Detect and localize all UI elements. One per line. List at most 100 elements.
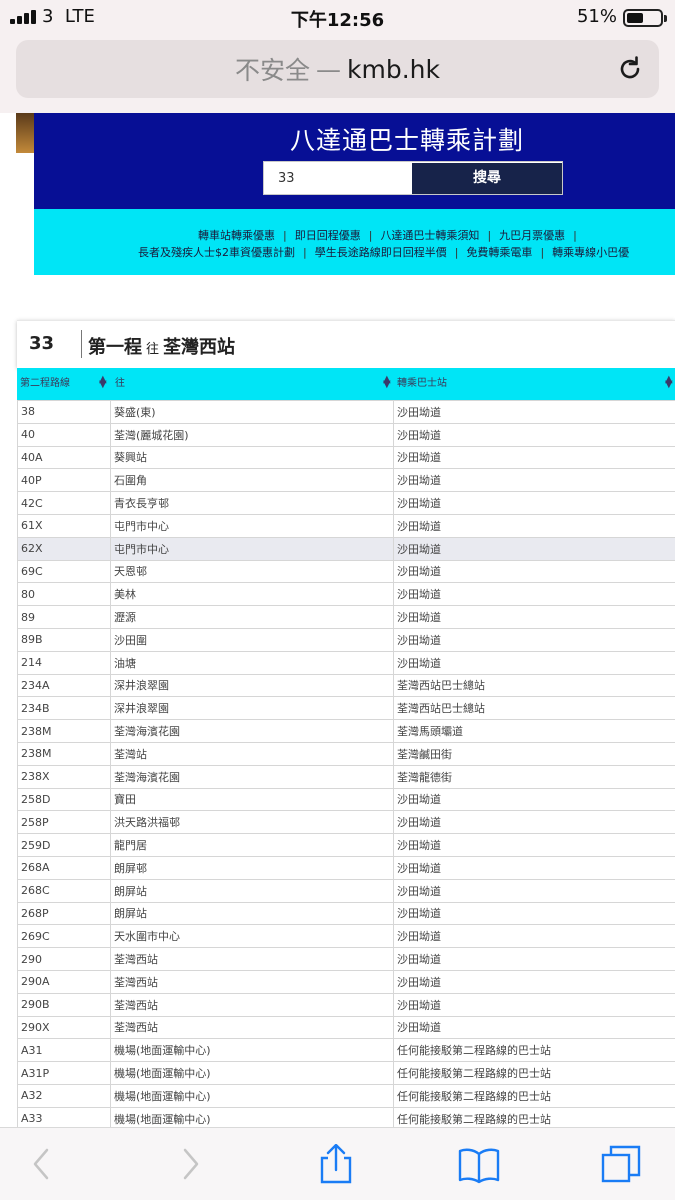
table-row[interactable]: 290 荃灣西站 沙田坳道 bbox=[17, 947, 675, 971]
transfer-stop-cell: 沙田坳道 bbox=[393, 855, 675, 880]
table-row[interactable]: 234B 深井浪翠園 荃灣西站巴士總站 bbox=[17, 696, 675, 720]
address-bar[interactable]: 不安全 — kmb.hk bbox=[16, 40, 659, 98]
table-row[interactable]: 269C 天水圍市中心 沙田坳道 bbox=[17, 924, 675, 948]
route-cell: 234A bbox=[17, 673, 111, 697]
back-icon[interactable] bbox=[20, 1144, 64, 1184]
table-row[interactable]: 238M 荃灣海濱花園 荃灣馬頭壩道 bbox=[17, 719, 675, 743]
route-cell: 258P bbox=[17, 810, 111, 834]
table-row[interactable]: 290X 荃灣西站 沙田坳道 bbox=[17, 1015, 675, 1039]
route-cell: 259D bbox=[17, 833, 111, 857]
table-row[interactable]: 38 葵盛(東) 沙田坳道 bbox=[17, 400, 675, 424]
column-header-to[interactable]: 往 bbox=[115, 374, 125, 389]
forward-icon[interactable] bbox=[168, 1144, 212, 1184]
transfer-stop-cell: 沙田坳道 bbox=[393, 513, 675, 538]
table-row[interactable]: 61X 屯門市中心 沙田坳道 bbox=[17, 513, 675, 538]
share-icon[interactable] bbox=[314, 1144, 358, 1184]
route-cell: 62X bbox=[17, 536, 111, 561]
route-cell: 268P bbox=[17, 901, 111, 925]
table-row[interactable]: 42C 青衣長亨邨 沙田坳道 bbox=[17, 491, 675, 515]
link-minibus-transfer[interactable]: 轉乘專線小巴優 bbox=[552, 246, 629, 259]
table-row[interactable]: 290A 荃灣西站 沙田坳道 bbox=[17, 969, 675, 994]
route-cell: 238X bbox=[17, 764, 111, 789]
destination-cell: 美林 bbox=[110, 582, 394, 606]
table-row[interactable]: 62X 屯門市中心 沙田坳道 bbox=[17, 536, 675, 561]
route-cell: 40A bbox=[17, 445, 111, 469]
transfer-stop-cell: 沙田坳道 bbox=[393, 992, 675, 1017]
table-row[interactable]: 268A 朗屏邨 沙田坳道 bbox=[17, 855, 675, 880]
route-heading-card: 33 第一程往荃灣西站 bbox=[17, 320, 675, 368]
table-row[interactable]: 258D 寶田 沙田坳道 bbox=[17, 787, 675, 811]
table-row[interactable]: 40A 葵興站 沙田坳道 bbox=[17, 445, 675, 469]
link-elderly-fare[interactable]: 長者及殘疾人士$2車資優惠計劃 bbox=[138, 246, 295, 259]
table-row[interactable]: 214 油塘 沙田坳道 bbox=[17, 650, 675, 675]
info-links-bar: 轉車站轉乘優惠 | 即日回程優惠 | 八達通巴士轉乘須知 | 九巴月票優惠 | 長者及殘疾人士… bbox=[34, 209, 675, 275]
transfer-stop-cell: 沙田坳道 bbox=[393, 1015, 675, 1039]
column-header-second-leg[interactable]: 第二程路線 bbox=[20, 374, 70, 389]
bookmarks-icon[interactable] bbox=[457, 1144, 501, 1184]
link-student-return[interactable]: 學生長途路線即日回程半價 bbox=[315, 246, 447, 259]
destination-cell: 荃灣海濱花園 bbox=[110, 719, 394, 743]
route-cell: 234B bbox=[17, 696, 111, 720]
route-cell: 290X bbox=[17, 1015, 111, 1039]
table-row[interactable]: 89B 沙田圍 沙田坳道 bbox=[17, 627, 675, 652]
sort-arrow-icon[interactable]: ▲ ▼ bbox=[665, 374, 673, 396]
transfer-stop-cell: 沙田坳道 bbox=[393, 400, 675, 424]
destination-cell: 天水圍市中心 bbox=[110, 924, 394, 948]
table-row[interactable]: 69C 天恩邨 沙田坳道 bbox=[17, 559, 675, 583]
route-search: 搜尋 bbox=[263, 161, 563, 195]
table-row[interactable]: 290B 荃灣西站 沙田坳道 bbox=[17, 992, 675, 1017]
destination-cell: 機場(地面運輸中心) bbox=[110, 1061, 394, 1085]
table-row[interactable]: 40P 石圍角 沙田坳道 bbox=[17, 468, 675, 492]
table-row[interactable]: A32 機場(地面運輸中心) 任何能接駁第二程路線的巴士站 bbox=[17, 1083, 675, 1108]
leg-heading: 第一程往荃灣西站 bbox=[88, 337, 236, 358]
destination-cell: 屯門市中心 bbox=[110, 513, 394, 538]
table-row[interactable]: 238M 荃灣站 荃灣鹹田街 bbox=[17, 741, 675, 766]
destination-cell: 荃灣站 bbox=[110, 741, 394, 766]
browser-top-chrome: 3 LTE 下午12:56 51% 不安全 — kmb.hk bbox=[0, 0, 675, 113]
destination-cell: 荃灣西站 bbox=[110, 1015, 394, 1039]
destination-cell: 龍門居 bbox=[110, 833, 394, 857]
table-row[interactable]: A31 機場(地面運輸中心) 任何能接駁第二程路線的巴士站 bbox=[17, 1038, 675, 1062]
table-header: 第二程路線 ▲ ▼ 往 ▲ ▼ 轉乘巴士站 ▲ ▼ bbox=[17, 368, 675, 400]
sort-arrow-icon[interactable]: ▲ ▼ bbox=[99, 374, 107, 396]
route-cell: 42C bbox=[17, 491, 111, 515]
table-row[interactable]: 234A 深井浪翠園 荃灣西站巴士總站 bbox=[17, 673, 675, 697]
link-same-day-return[interactable]: 即日回程優惠 bbox=[295, 229, 361, 242]
tabs-icon[interactable] bbox=[600, 1144, 644, 1184]
info-links-row-2: 長者及殘疾人士$2車資優惠計劃 | 學生長途路線即日回程半價 | 免費轉乘電車 | 轉乘專線… bbox=[138, 246, 630, 259]
table-row[interactable]: 89 瀝源 沙田坳道 bbox=[17, 605, 675, 629]
link-tram-transfer[interactable]: 免費轉乘電車 bbox=[466, 246, 532, 259]
link-transfer-notes[interactable]: 八達通巴士轉乘須知 bbox=[380, 229, 479, 242]
destination-cell: 朗屏站 bbox=[110, 901, 394, 925]
table-row[interactable]: 80 美林 沙田坳道 bbox=[17, 582, 675, 606]
table-row[interactable]: A31P 機場(地面運輸中心) 任何能接駁第二程路線的巴士站 bbox=[17, 1061, 675, 1085]
table-row[interactable]: 238X 荃灣海濱花園 荃灣龍德街 bbox=[17, 764, 675, 789]
transfer-stop-cell: 荃灣龍德街 bbox=[393, 764, 675, 789]
destination-cell: 葵盛(東) bbox=[110, 400, 394, 424]
link-monthly-pass[interactable]: 九巴月票優惠 bbox=[499, 229, 565, 242]
route-cell: 89 bbox=[17, 605, 111, 629]
search-button[interactable]: 搜尋 bbox=[412, 163, 562, 194]
route-cell: 290A bbox=[17, 969, 111, 994]
table-row[interactable]: 259D 龍門居 沙田坳道 bbox=[17, 833, 675, 857]
table-row[interactable]: 268C 朗屏站 沙田坳道 bbox=[17, 878, 675, 903]
destination-cell: 荃灣西站 bbox=[110, 969, 394, 994]
sort-arrow-icon[interactable]: ▲ ▼ bbox=[383, 374, 391, 396]
link-interchange-discount[interactable]: 轉車站轉乘優惠 bbox=[198, 229, 275, 242]
reload-icon[interactable] bbox=[615, 54, 645, 84]
route-cell: 290B bbox=[17, 992, 111, 1017]
transfer-stop-cell: 沙田坳道 bbox=[393, 810, 675, 834]
destination-cell: 葵興站 bbox=[110, 445, 394, 469]
column-header-stop[interactable]: 轉乘巴士站 bbox=[397, 374, 447, 389]
transfer-stop-cell: 沙田坳道 bbox=[393, 833, 675, 857]
route-search-input[interactable] bbox=[264, 162, 412, 194]
header-banner: 八達通巴士轉乘計劃 搜尋 bbox=[34, 113, 675, 209]
table-row[interactable]: 258P 洪天路洪福邨 沙田坳道 bbox=[17, 810, 675, 834]
transfer-stop-cell: 荃灣西站巴士總站 bbox=[393, 696, 675, 720]
table-row[interactable]: 40 荃灣(麗城花園) 沙田坳道 bbox=[17, 422, 675, 447]
route-cell: 238M bbox=[17, 741, 111, 766]
table-row[interactable]: 268P 朗屏站 沙田坳道 bbox=[17, 901, 675, 925]
destination-cell: 屯門市中心 bbox=[110, 536, 394, 561]
page-title: 八達通巴士轉乘計劃 bbox=[290, 126, 525, 155]
transfer-stop-cell: 沙田坳道 bbox=[393, 536, 675, 561]
